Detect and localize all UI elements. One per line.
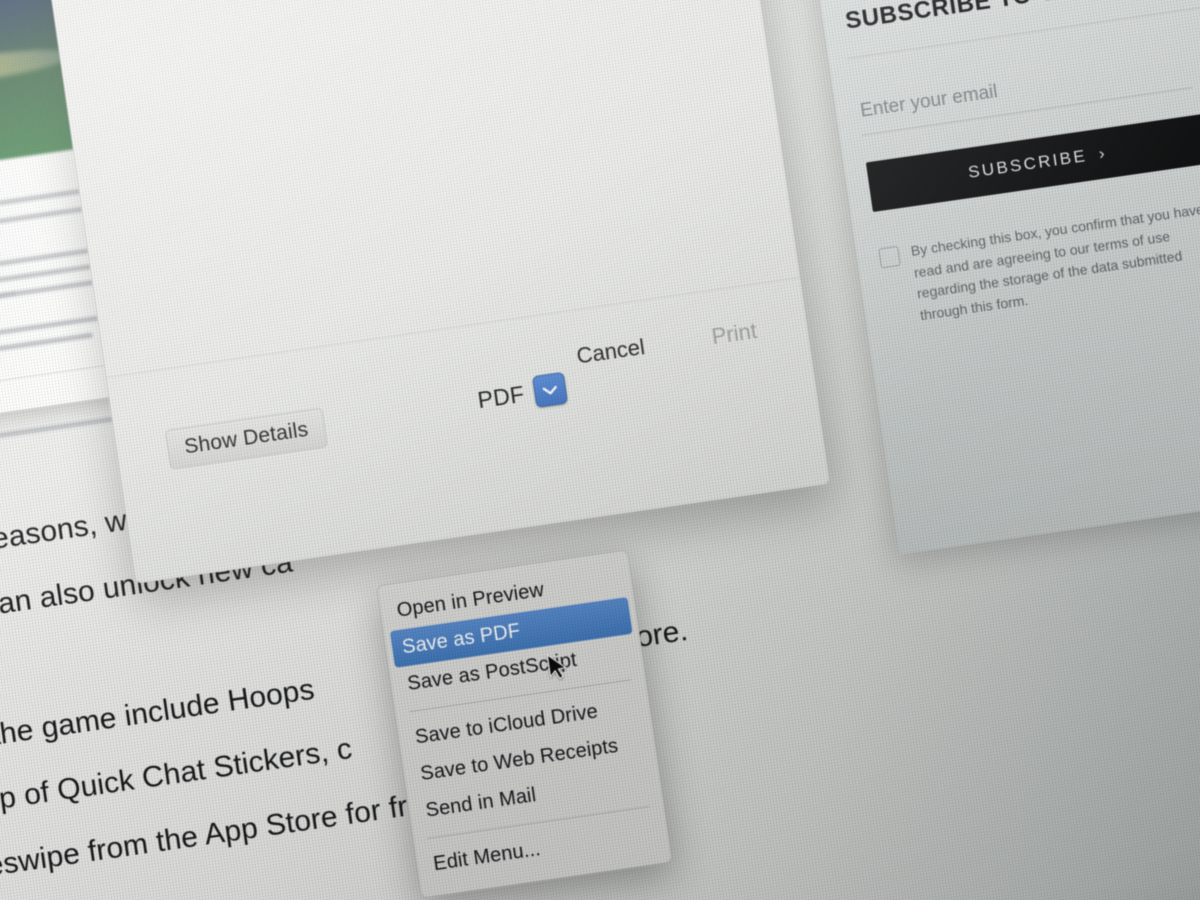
print-dialog: Cancel Print Show Details PDF	[41, 0, 831, 585]
screen-content: pdf app install game download latest Pag…	[0, 0, 1200, 900]
chevron-right-icon: ›	[1097, 143, 1109, 164]
consent-row[interactable]: By checking this box, you confirm that y…	[878, 197, 1200, 331]
article-fragment-ore: ore.	[633, 613, 690, 654]
newsletter-panel: Tube 7K Facebook 12K Twitt	[790, 0, 1200, 555]
preview-tag: latest	[0, 290, 16, 300]
dialog-action-buttons: Cancel Print	[560, 310, 773, 378]
chevron-down-icon[interactable]	[531, 371, 569, 409]
show-details-button[interactable]: Show Details	[164, 407, 328, 470]
subscribe-button-label: SUBSCRIBE	[966, 146, 1089, 182]
pdf-dropdown-label: PDF	[475, 380, 526, 413]
mouse-cursor	[546, 651, 572, 684]
consent-text: By checking this box, you confirm that y…	[909, 200, 1200, 324]
subscribe-button[interactable]: SUBSCRIBE ›	[865, 114, 1200, 213]
print-button[interactable]: Print	[695, 310, 773, 358]
pdf-dropdown[interactable]: PDF	[475, 371, 569, 416]
photographed-monitor-scene: pdf app install game download latest Pag…	[0, 0, 1200, 900]
consent-checkbox[interactable]	[878, 245, 901, 269]
cancel-button[interactable]: Cancel	[560, 326, 661, 377]
newsletter-title: SUBSCRIBE TO OUR NEWSLETTER	[844, 0, 1200, 36]
preview-tag-list: pdf app install game download latest	[0, 290, 16, 320]
monitor-screen: pdf app install game download latest Pag…	[0, 0, 1200, 900]
pdf-context-menu: Open in Preview Save as PDF Save as Post…	[376, 549, 673, 899]
